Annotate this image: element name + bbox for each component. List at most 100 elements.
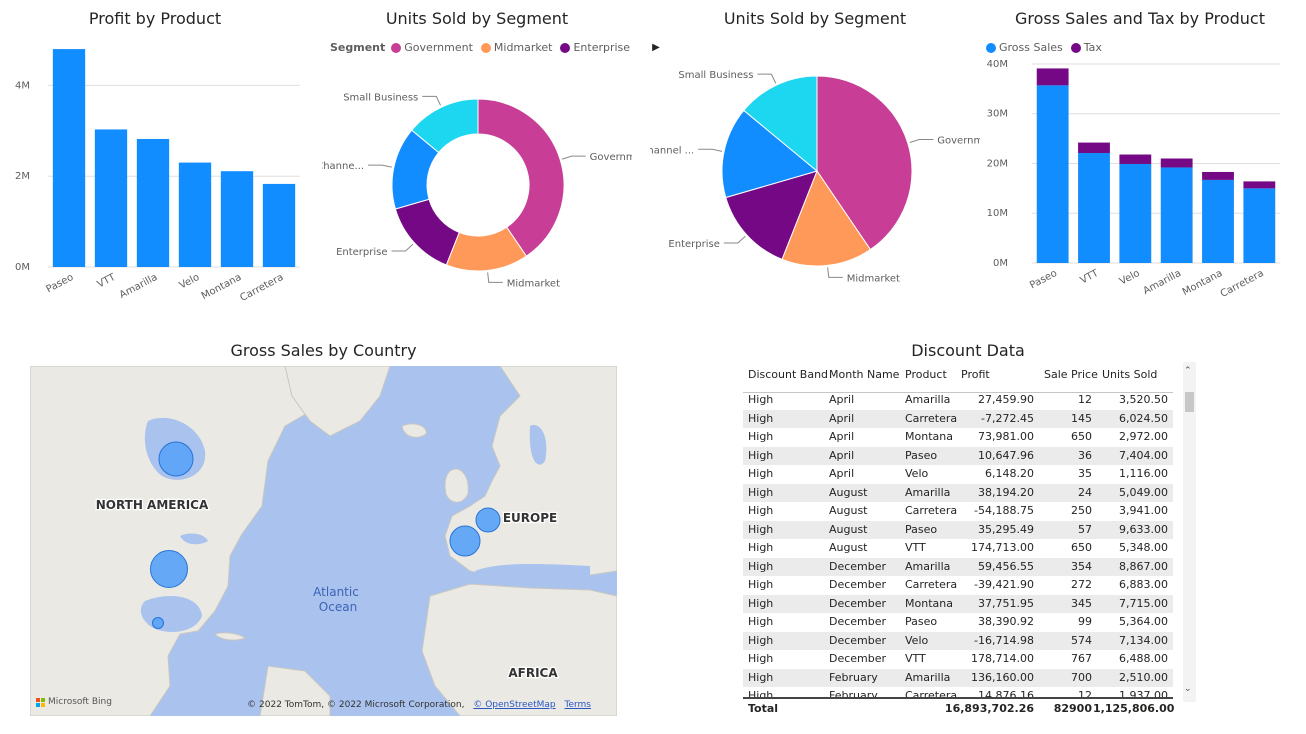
total-units: 1,125,806.00 xyxy=(1093,702,1175,715)
col-profit[interactable]: Profit xyxy=(961,368,990,381)
col-month-name[interactable]: Month Name xyxy=(829,368,899,381)
scroll-down-icon[interactable]: ⌄ xyxy=(1184,684,1192,694)
table-row[interactable]: High February Amarilla 136,160.00 700 2,510.0… xyxy=(743,668,1173,687)
cell-units-sold: 2,510.00 xyxy=(1119,670,1168,684)
bar-gross-montana[interactable] xyxy=(1202,179,1234,263)
bubble-france[interactable] xyxy=(449,525,481,557)
slice-label[interactable]: Small Business xyxy=(343,92,418,103)
slice-label[interactable]: Government xyxy=(937,136,980,147)
cell-discount-band: High xyxy=(748,522,774,536)
map-attribution: © 2022 TomTom, © 2022 Microsoft Corporat… xyxy=(241,700,591,710)
col-sale-price[interactable]: Sale Price xyxy=(1044,368,1098,381)
terms-link[interactable]: Terms xyxy=(564,700,591,710)
slice-label[interactable]: Enterprise xyxy=(336,247,387,258)
x-tick-label: Velo xyxy=(1118,268,1142,288)
label-north-america: NORTH AMERICA xyxy=(96,498,209,512)
cell-sale-price: 272 xyxy=(1071,578,1092,591)
bar-tax-vtt[interactable] xyxy=(1078,142,1110,154)
map-canvas[interactable]: NORTH AMERICA EUROPE Atlantic Ocean AFRI… xyxy=(30,366,617,716)
table-row[interactable]: High August Paseo 35,295.49 57 9,633.00 xyxy=(743,520,1173,539)
cell-discount-band: High xyxy=(748,615,774,628)
table-row[interactable]: High April Montana 73,981.00 650 2,972.00 xyxy=(743,428,1173,447)
gross-sales-tax-chart[interactable]: Gross Sales and Tax by Product Gross Sal… xyxy=(980,0,1300,310)
cell-product: Paseo xyxy=(905,615,938,628)
bar-gross-velo[interactable] xyxy=(1119,163,1152,263)
slice-label[interactable]: Channel ... xyxy=(650,145,694,156)
col-product[interactable]: Product xyxy=(905,368,947,381)
cell-sale-price: 354 xyxy=(1071,559,1092,573)
bubble-united-states[interactable] xyxy=(150,550,188,588)
discount-data-table[interactable]: Discount Band Month Name Product Profit … xyxy=(743,362,1196,718)
bar-gross-amarilla[interactable] xyxy=(1160,167,1193,263)
col-units-sold[interactable]: Units Sold xyxy=(1102,368,1157,381)
slice-label[interactable]: Channe... xyxy=(322,161,364,172)
slice-label[interactable]: Small Business xyxy=(678,70,753,81)
bar-gross-paseo[interactable] xyxy=(1036,85,1069,263)
table-row[interactable]: High August VTT 174,713.00 650 5,348.00 xyxy=(743,539,1173,558)
bar-tax-paseo[interactable] xyxy=(1036,68,1069,86)
bar-velo[interactable] xyxy=(178,162,212,267)
cell-month: April xyxy=(829,411,855,425)
x-tick-label: Carretera xyxy=(1219,268,1266,300)
profit-by-product-chart[interactable]: Profit by Product 0M 2M 4M Paseo VTT Amarilla… xyxy=(0,0,310,310)
table-row[interactable]: High December Amarilla 59,456.55 354 8,867.00 xyxy=(743,557,1173,576)
bar-gross-vtt[interactable] xyxy=(1078,153,1110,263)
table-row[interactable]: High April Amarilla 27,459.90 12 3,520.50 xyxy=(743,391,1173,410)
bar-tax-montana[interactable] xyxy=(1202,171,1234,180)
slice-label[interactable]: Government xyxy=(590,152,632,163)
slice-0[interactable] xyxy=(477,98,565,257)
scroll-thumb[interactable] xyxy=(1185,392,1194,412)
table-row[interactable]: High December VTT 178,714.00 767 6,488.00 xyxy=(743,650,1173,669)
cell-sale-price: 650 xyxy=(1071,430,1092,443)
table-row[interactable]: High December Carretera -39,421.90 272 6,883.… xyxy=(743,576,1173,595)
bubble-germany[interactable] xyxy=(475,507,501,533)
slice-2[interactable] xyxy=(394,198,460,266)
bar-amarilla[interactable] xyxy=(136,138,170,267)
cell-month: April xyxy=(829,467,855,480)
cell-sale-price: 36 xyxy=(1078,448,1092,462)
scroll-up-icon[interactable]: ⌃ xyxy=(1184,366,1192,376)
units-by-segment-donut-chart[interactable]: Units Sold by Segment Segment Government… xyxy=(322,0,660,310)
gross-sales-map[interactable]: NORTH AMERICA EUROPE Atlantic Ocean AFRI… xyxy=(30,366,617,716)
cell-units-sold: 6,883.00 xyxy=(1119,578,1168,591)
leader-line xyxy=(487,272,503,283)
slice-label[interactable]: Midmarket xyxy=(847,273,900,284)
bubble-mexico[interactable] xyxy=(152,617,164,629)
cell-discount-band: High xyxy=(748,689,774,697)
bar-gross-carretera[interactable] xyxy=(1243,188,1276,263)
x-tick-label: Paseo xyxy=(44,272,75,295)
cell-sale-price: 345 xyxy=(1071,596,1092,610)
table-row[interactable]: High August Carretera -54,188.75 250 3,941.00 xyxy=(743,502,1173,521)
slice-label[interactable]: Midmarket xyxy=(507,278,560,289)
bar-tax-velo[interactable] xyxy=(1119,154,1152,164)
bar-montana[interactable] xyxy=(220,171,254,267)
cell-units-sold: 8,867.00 xyxy=(1119,559,1168,573)
slice-label[interactable]: Enterprise xyxy=(668,239,719,250)
bar-carretera[interactable] xyxy=(262,183,296,267)
table-header: Discount Band Month Name Product Profit … xyxy=(743,362,1173,393)
table-row[interactable]: High April Paseo 10,647.96 36 7,404.00 xyxy=(743,446,1173,465)
table-body[interactable]: High April Amarilla 27,459.90 12 3,520.50 High… xyxy=(743,391,1173,697)
bar-vtt[interactable] xyxy=(94,129,128,267)
table-row[interactable]: High December Velo -16,714.98 574 7,134.00 xyxy=(743,631,1173,650)
table-row[interactable]: High April Carretera -7,272.45 145 6,024.50 xyxy=(743,409,1173,428)
units-by-segment-pie-chart[interactable]: Units Sold by Segment GovernmentMidmarke… xyxy=(650,0,980,310)
table-row[interactable]: High April Velo 6,148.20 35 1,116.00 xyxy=(743,465,1173,484)
bar-tax-carretera[interactable] xyxy=(1243,181,1276,189)
openstreetmap-link[interactable]: © OpenStreetMap xyxy=(473,700,555,710)
bubble-canada[interactable] xyxy=(158,441,194,477)
col-discount-band[interactable]: Discount Band xyxy=(748,368,828,381)
cell-product: VTT xyxy=(905,541,926,554)
bar-tax-amarilla[interactable] xyxy=(1160,158,1193,168)
table-row[interactable]: High August Amarilla 38,194.20 24 5,049.00 xyxy=(743,483,1173,502)
cell-units-sold: 9,633.00 xyxy=(1119,522,1168,536)
bing-logo: Microsoft Bing xyxy=(36,697,112,707)
caribbean-islands xyxy=(214,632,246,641)
table-row[interactable]: High December Paseo 38,390.92 99 5,364.00 xyxy=(743,613,1173,632)
table-row[interactable]: High December Montana 37,751.95 345 7,715.00 xyxy=(743,594,1173,613)
table-row[interactable]: High February Carretera 14,876.16 12 1,937.00 xyxy=(743,687,1173,697)
cell-discount-band: High xyxy=(748,633,774,647)
cell-discount-band: High xyxy=(748,670,774,684)
bar-paseo[interactable] xyxy=(52,49,86,267)
table-scrollbar[interactable]: ⌃ ⌄ xyxy=(1183,362,1196,702)
